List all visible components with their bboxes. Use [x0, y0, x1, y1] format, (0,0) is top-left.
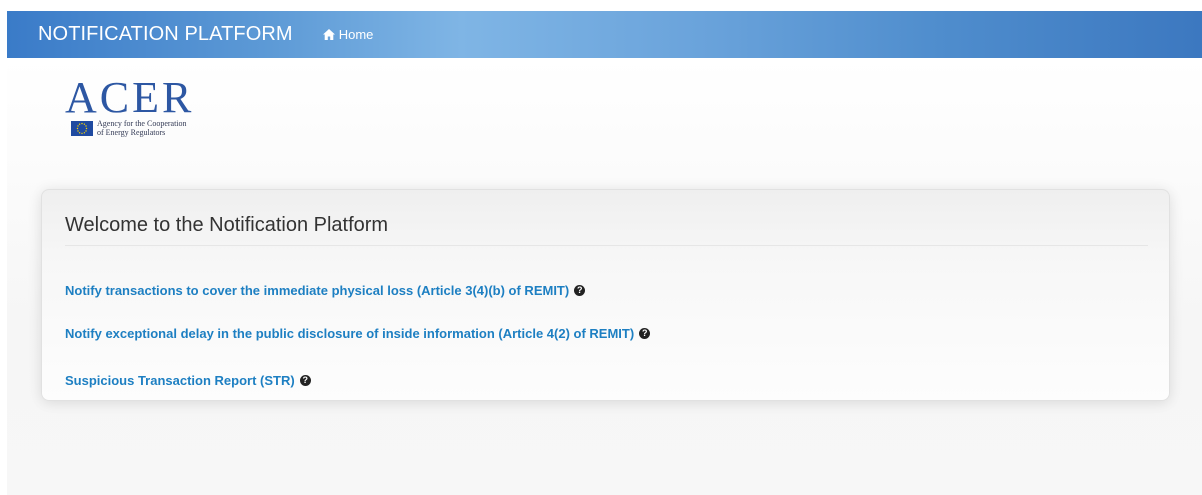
panel-title: Welcome to the Notification Platform: [65, 214, 389, 236]
logo-wordmark: ACER: [65, 73, 195, 122]
nav-home-label: Home: [338, 27, 374, 42]
suspicious-transaction-report-link[interactable]: Suspicious Transaction Report (STR): [65, 373, 295, 388]
panel-divider: [65, 245, 1148, 246]
link-row-str: Suspicious Transaction Report (STR) ?: [65, 373, 311, 388]
nav-home-link[interactable]: Home: [322, 27, 374, 42]
link-row-physical-loss: Notify transactions to cover the immedia…: [65, 283, 586, 298]
home-icon: [322, 29, 335, 40]
welcome-panel: Welcome to the Notification Platform Not…: [41, 189, 1170, 401]
link-row-disclosure-delay: Notify exceptional delay in the public d…: [65, 326, 651, 341]
question-circle-icon[interactable]: ?: [574, 285, 586, 296]
logo-subtitle: Agency for the Cooperation of Energy Reg…: [97, 119, 237, 137]
question-circle-icon[interactable]: ?: [299, 375, 311, 386]
eu-flag-icon: [71, 121, 93, 136]
question-circle-icon[interactable]: ?: [639, 328, 651, 339]
navbar-brand[interactable]: NOTIFICATION PLATFORM: [38, 23, 293, 46]
notify-physical-loss-link[interactable]: Notify transactions to cover the immedia…: [65, 283, 569, 298]
notify-disclosure-delay-link[interactable]: Notify exceptional delay in the public d…: [65, 326, 634, 341]
acer-logo: ACER Agency for the Cooperation of Energ…: [65, 76, 235, 146]
logo-subtitle-line2: of Energy Regulators: [97, 127, 166, 137]
top-navbar: NOTIFICATION PLATFORM Home: [7, 11, 1202, 58]
